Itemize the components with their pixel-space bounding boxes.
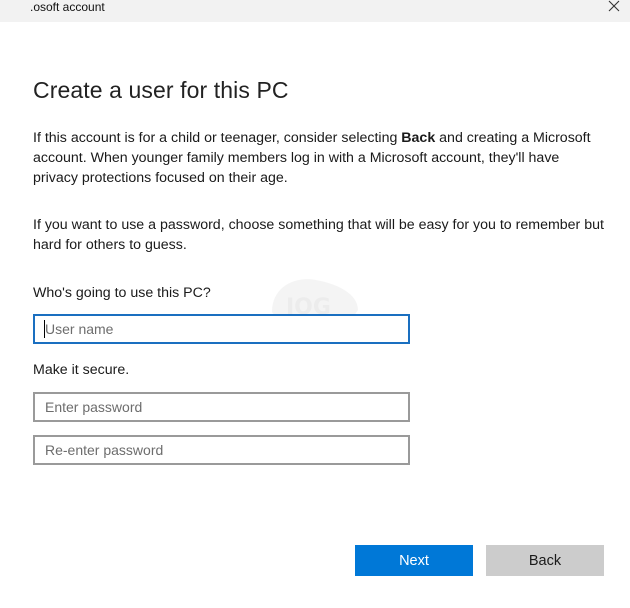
username-input[interactable] [33,314,410,344]
who-label: Who's going to use this PC? [33,285,211,301]
text-cursor [44,320,45,338]
password-hint-text: If you want to use a password, choose so… [33,217,604,253]
secure-label: Make it secure. [33,362,130,378]
window-title: .osoft account [30,0,105,14]
reenter-password-input[interactable] [33,435,410,465]
intro-text: If this account is for a child or teenag… [33,128,608,188]
close-icon [608,0,620,12]
next-button[interactable]: Next [355,545,473,576]
intro-text-start: If this account is for a child or teenag… [33,130,402,146]
back-button[interactable]: Back [486,545,604,576]
close-button[interactable] [598,0,630,22]
page-title: Create a user for this PC [33,77,289,103]
title-bar: .osoft account [0,0,630,22]
password-input[interactable] [33,392,410,422]
intro-text-bold-back: Back [401,130,436,146]
